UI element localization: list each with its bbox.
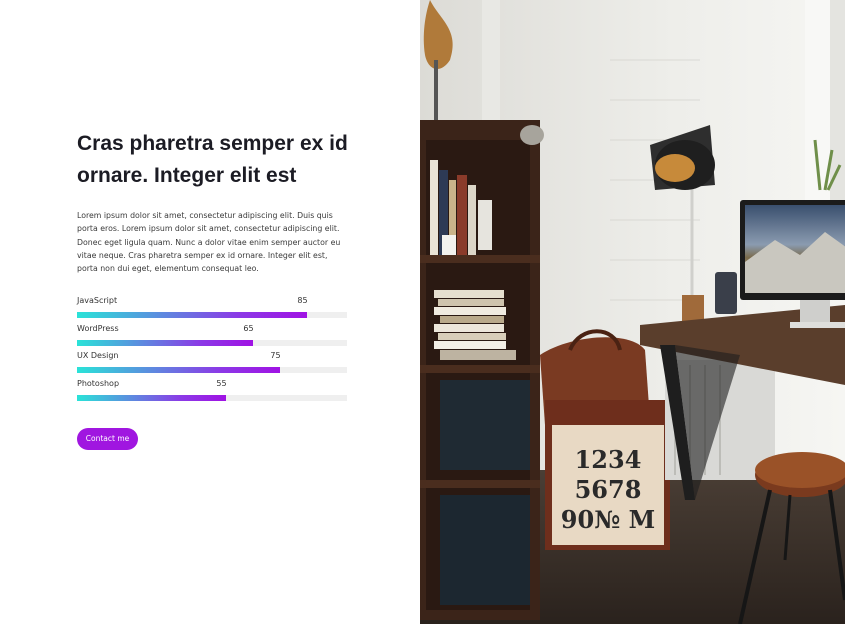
skill-progress-track bbox=[77, 395, 347, 402]
skill-item-wordpress: WordPress 65 bbox=[77, 324, 347, 352]
skill-progress-track bbox=[77, 312, 347, 318]
skill-name: Photoshop bbox=[77, 379, 120, 389]
skill-value: 75 bbox=[270, 351, 281, 361]
skill-progress-fill bbox=[77, 395, 226, 402]
skill-value: 85 bbox=[297, 296, 308, 305]
svg-text:1234: 1234 bbox=[575, 445, 642, 474]
skill-progress-fill bbox=[77, 367, 280, 374]
skill-progress-fill bbox=[77, 312, 307, 318]
skill-item-javascript: JavaScript 85 bbox=[77, 296, 347, 324]
section-heading: Cras pharetra semper ex id ornare. Integ… bbox=[77, 132, 348, 187]
svg-text:90№ M: 90№ M bbox=[561, 505, 655, 534]
skill-item-ux-design: UX Design 75 bbox=[77, 351, 347, 379]
skills-list: JavaScript 85 WordPress 65 UX Design 75 … bbox=[77, 296, 347, 407]
skill-name: JavaScript bbox=[77, 296, 118, 305]
workspace-photo: 1234 5678 90№ M bbox=[420, 0, 845, 624]
skill-value: 65 bbox=[243, 323, 254, 333]
skill-progress-fill bbox=[77, 339, 253, 346]
skill-progress-track bbox=[77, 339, 347, 346]
skill-progress-track bbox=[77, 367, 347, 374]
skill-name: UX Design bbox=[77, 351, 119, 361]
contact-me-button[interactable]: Contact me bbox=[77, 428, 138, 450]
skill-value: 55 bbox=[216, 379, 227, 389]
svg-text:5678: 5678 bbox=[575, 475, 642, 504]
skill-item-photoshop: Photoshop 55 bbox=[77, 379, 347, 407]
left-content-panel: Cras pharetra semper ex id ornare. Integ… bbox=[0, 0, 420, 624]
intro-paragraph: Lorem ipsum dolor sit amet, consectetur … bbox=[77, 211, 341, 274]
skill-name: WordPress bbox=[77, 323, 119, 333]
